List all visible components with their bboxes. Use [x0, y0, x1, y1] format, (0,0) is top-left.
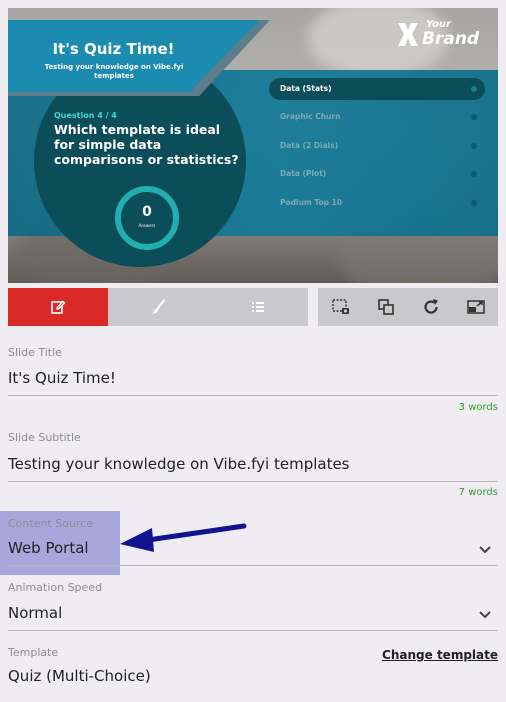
refresh-button[interactable] — [408, 288, 453, 326]
answer-option: Data (Plot) — [269, 163, 485, 185]
slide-subtitle-label: Slide Subtitle — [8, 431, 81, 444]
divider — [8, 565, 498, 566]
answer-dot — [471, 86, 477, 92]
editor-tabs — [8, 288, 308, 326]
answer-dot — [471, 114, 477, 120]
score-label: Answers — [138, 223, 156, 228]
popout-icon — [466, 300, 485, 314]
answer-option: Podium Top 10 — [269, 192, 485, 214]
animation-speed-label: Animation Speed — [8, 581, 103, 594]
brand-logo: Your Brand — [396, 19, 488, 51]
brand-name: Brand — [422, 29, 480, 49]
divider — [8, 481, 498, 482]
answer-dot — [471, 171, 477, 177]
copy-button[interactable] — [363, 288, 408, 326]
question-number: Question 4 / 4 — [54, 111, 117, 120]
answer-label: Podium Top 10 — [280, 198, 343, 207]
content-source-select[interactable]: Web Portal — [8, 539, 89, 557]
chevron-down-icon[interactable] — [478, 545, 492, 555]
slide-title-input[interactable]: It's Quiz Time! — [8, 369, 116, 387]
template-value: Quiz (Multi-Choice) — [8, 667, 151, 685]
arrow-annotation — [120, 523, 247, 552]
preview-actions — [318, 288, 498, 326]
chevron-down-icon[interactable] — [478, 610, 492, 620]
slide-preview: It's Quiz Time! Testing your knowledge o… — [8, 8, 498, 283]
content-source-label: Content Source — [8, 517, 94, 530]
tab-edit[interactable] — [8, 288, 108, 326]
slide-subtitle-word-count: 7 words — [458, 487, 498, 498]
slide-title-word-count: 3 words — [458, 402, 498, 413]
brand-x-icon — [398, 23, 418, 46]
screenshot-button[interactable] — [318, 288, 363, 326]
popout-button[interactable] — [453, 288, 498, 326]
tab-list[interactable] — [208, 288, 308, 326]
animation-speed-select[interactable]: Normal — [8, 604, 62, 622]
copy-icon — [377, 299, 394, 315]
list-icon — [252, 302, 264, 312]
answer-dot — [471, 200, 477, 206]
divider — [8, 395, 498, 396]
slide-title-label: Slide Title — [8, 346, 62, 359]
answer-option: Graphic Churn — [269, 106, 485, 128]
edit-icon — [51, 300, 66, 314]
score-ring: 0 Answers — [115, 186, 179, 250]
answer-label: Graphic Churn — [280, 112, 341, 121]
slide-subtitle-input[interactable]: Testing your knowledge on Vibe.fyi templ… — [8, 455, 350, 473]
answer-label: Data (Plot) — [280, 169, 327, 178]
template-label: Template — [8, 646, 59, 659]
divider — [8, 630, 498, 631]
answer-option: Data (2 Dials) — [269, 135, 485, 157]
preview-title: It's Quiz Time! — [52, 40, 175, 58]
answer-label: Data (2 Dials) — [280, 141, 339, 150]
score-value: 0 — [142, 204, 152, 220]
refresh-icon — [423, 299, 438, 314]
answer-dot — [471, 143, 477, 149]
answer-label: Data (Stats) — [280, 84, 332, 93]
screenshot-icon — [331, 299, 349, 314]
change-template-link[interactable]: Change template — [382, 648, 498, 662]
question-text: Which template is ideal for simple data … — [54, 122, 239, 167]
answer-option: Data (Stats) — [269, 78, 485, 100]
brush-icon — [152, 299, 166, 314]
preview-subtitle: Testing your knowledge on Vibe.fyi templ… — [44, 63, 184, 80]
tab-style[interactable] — [108, 288, 208, 326]
